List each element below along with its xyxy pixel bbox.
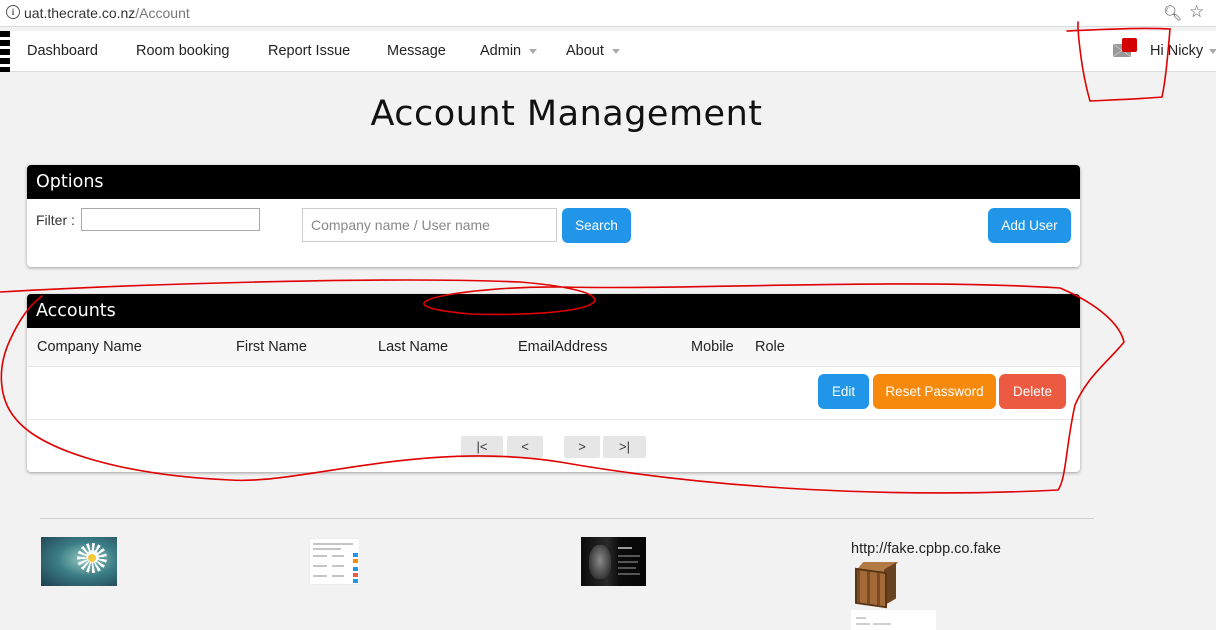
accounts-panel-heading: Accounts bbox=[27, 294, 1080, 328]
delete-button[interactable]: Delete bbox=[999, 374, 1066, 409]
url-text[interactable]: uat.thecrate.co.nz/Account bbox=[24, 5, 190, 21]
notification-badge bbox=[1122, 38, 1137, 52]
nav-admin[interactable]: Admin bbox=[480, 43, 538, 59]
nav-room-booking[interactable]: Room booking bbox=[136, 43, 230, 59]
top-navbar: Dashboard Room booking Report Issue Mess… bbox=[0, 31, 1216, 72]
search-input[interactable]: Company name / User name bbox=[302, 208, 557, 242]
column-header-mobile[interactable]: Mobile bbox=[691, 339, 734, 355]
footer-divider bbox=[40, 518, 1094, 519]
pager-prev-button[interactable]: < bbox=[507, 436, 543, 458]
pager-next-button[interactable]: > bbox=[564, 436, 600, 458]
options-panel: Options Filter : Company name / User nam… bbox=[27, 165, 1080, 267]
footer-link[interactable]: http://fake.cpbp.co.fake bbox=[851, 541, 1001, 557]
add-user-button[interactable]: Add User bbox=[988, 208, 1071, 243]
edit-button[interactable]: Edit bbox=[818, 374, 869, 409]
column-header-email[interactable]: EmailAddress bbox=[518, 339, 607, 355]
user-menu[interactable]: Hi Nicky bbox=[1150, 43, 1216, 59]
chevron-down-icon bbox=[529, 48, 538, 54]
portrait-thumbnail[interactable] bbox=[581, 537, 646, 586]
daisy-thumbnail[interactable] bbox=[41, 537, 117, 586]
accounts-panel: Accounts Company Name First Name Last Na… bbox=[27, 294, 1080, 472]
browser-address-bar[interactable]: i uat.thecrate.co.nz/Account 🔍︎ ☆ bbox=[0, 0, 1216, 27]
filter-input[interactable] bbox=[81, 208, 260, 231]
brand-logo[interactable] bbox=[0, 31, 10, 72]
portrait-face bbox=[589, 545, 611, 579]
nav-message[interactable]: Message bbox=[387, 43, 446, 59]
filter-label: Filter : bbox=[36, 212, 75, 228]
chevron-down-icon bbox=[1209, 48, 1216, 54]
screenshot-thumbnail[interactable] bbox=[309, 538, 360, 585]
search-button[interactable]: Search bbox=[562, 208, 631, 243]
daisy-center bbox=[88, 554, 96, 562]
pager-last-button[interactable]: >| bbox=[603, 436, 646, 458]
options-panel-heading: Options bbox=[27, 165, 1080, 199]
page-title: Account Management bbox=[370, 94, 763, 134]
reset-password-button[interactable]: Reset Password bbox=[873, 374, 996, 409]
column-header-role[interactable]: Role bbox=[755, 339, 785, 355]
star-icon[interactable]: ☆ bbox=[1189, 2, 1204, 22]
nav-about[interactable]: About bbox=[566, 43, 620, 59]
column-header-first-name[interactable]: First Name bbox=[236, 339, 307, 355]
zoom-icon[interactable]: 🔍︎ bbox=[1163, 4, 1182, 22]
table-row: Edit Reset Password Delete bbox=[27, 366, 1080, 420]
info-icon[interactable]: i bbox=[6, 5, 20, 19]
column-header-last-name[interactable]: Last Name bbox=[378, 339, 448, 355]
partial-thumbnail[interactable] bbox=[851, 610, 936, 630]
crate-logo[interactable] bbox=[851, 560, 899, 609]
pager-first-button[interactable]: |< bbox=[461, 436, 503, 458]
nav-report-issue[interactable]: Report Issue bbox=[268, 43, 350, 59]
nav-dashboard[interactable]: Dashboard bbox=[27, 43, 98, 59]
column-header-company-name[interactable]: Company Name bbox=[37, 339, 142, 355]
table-header: Company Name First Name Last Name EmailA… bbox=[27, 328, 1080, 367]
chevron-down-icon bbox=[611, 48, 620, 54]
